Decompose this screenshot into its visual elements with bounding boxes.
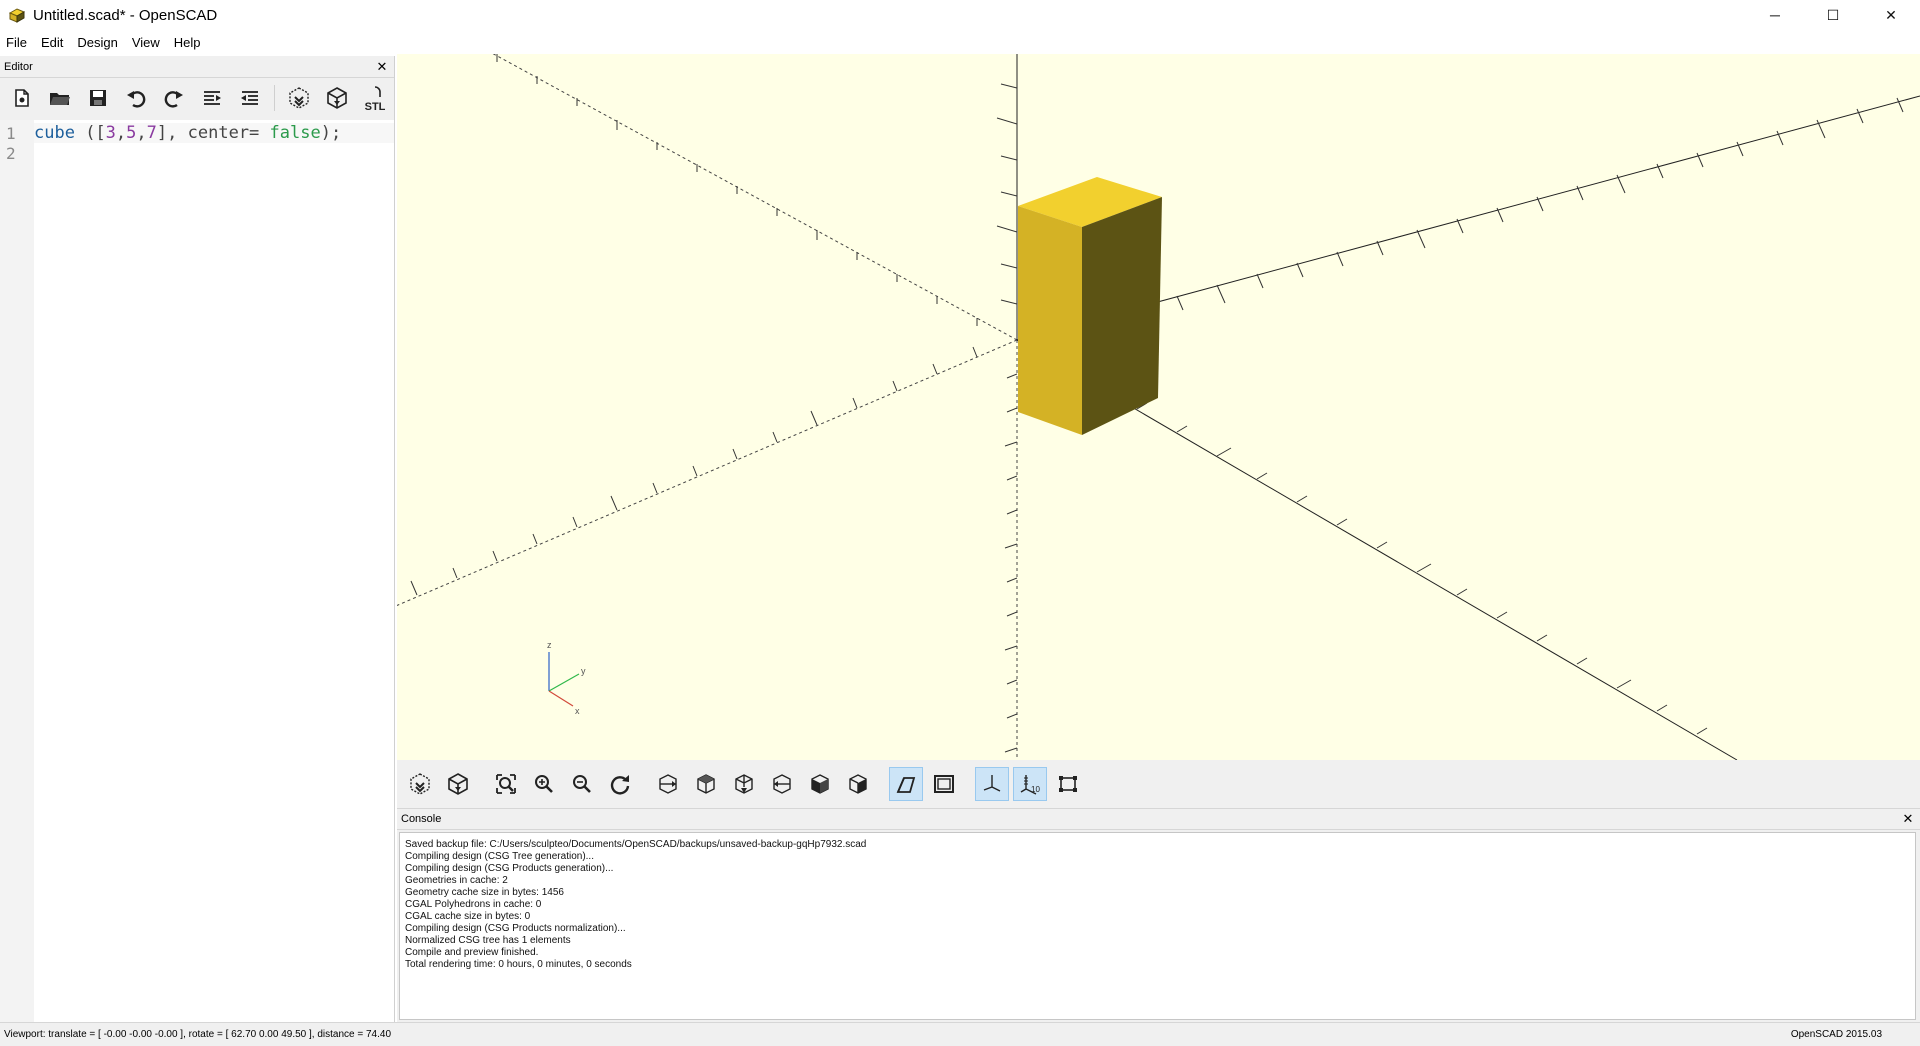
openscad-logo-icon bbox=[7, 5, 27, 25]
console-line: Compiling design (CSG Products generatio… bbox=[405, 863, 614, 874]
show-edges-icon[interactable] bbox=[1051, 767, 1085, 801]
console-line: Geometry cache size in bytes: 1456 bbox=[405, 887, 564, 898]
cube-left-face bbox=[1018, 206, 1082, 435]
window-title: Untitled.scad* - OpenSCAD bbox=[33, 6, 218, 24]
show-scale-markers-icon[interactable]: 10 bbox=[1013, 767, 1047, 801]
openscad-window: Untitled.scad* - OpenSCAD ─ ☐ ✕ File Edi… bbox=[0, 0, 1920, 1046]
console-line: Total rendering time: 0 hours, 0 minutes… bbox=[405, 959, 632, 970]
render-icon[interactable] bbox=[321, 82, 353, 114]
view-bottom-icon[interactable] bbox=[727, 767, 761, 801]
code-argument: center= bbox=[187, 123, 270, 143]
reset-view-icon[interactable] bbox=[603, 767, 637, 801]
code-line[interactable]: cube ([3,5,7], center= false); bbox=[34, 123, 394, 143]
zoom-in-icon[interactable] bbox=[527, 767, 561, 801]
editor-header: Editor ✕ bbox=[0, 56, 394, 78]
view-left-icon[interactable] bbox=[765, 767, 799, 801]
view-right-icon[interactable] bbox=[651, 767, 685, 801]
undo-icon[interactable] bbox=[120, 82, 152, 114]
code-punct: ); bbox=[320, 123, 342, 143]
code-keyword: cube bbox=[34, 123, 75, 143]
maximize-button[interactable]: ☐ bbox=[1804, 0, 1862, 30]
line-number: 1 bbox=[6, 124, 16, 143]
orthogonal-icon[interactable] bbox=[927, 767, 961, 801]
stl-label: STL bbox=[365, 101, 386, 113]
scale-markers bbox=[410, 54, 1904, 753]
new-file-icon[interactable] bbox=[6, 82, 38, 114]
preview-icon[interactable] bbox=[403, 767, 437, 801]
axis-orientation-gizmo: z y x bbox=[547, 640, 586, 716]
code-number: 3 bbox=[105, 123, 116, 143]
unindent-icon[interactable] bbox=[196, 82, 228, 114]
console-line: Saved backup file: C:/Users/sculpteo/Doc… bbox=[405, 839, 867, 850]
indent-icon[interactable] bbox=[234, 82, 266, 114]
svg-text:10: 10 bbox=[1031, 785, 1040, 794]
window-controls: ─ ☐ ✕ bbox=[1746, 0, 1920, 30]
console-line: Compiling design (CSG Tree generation)..… bbox=[405, 851, 594, 862]
axis-negative-y bbox=[492, 54, 1018, 341]
view-top-icon[interactable] bbox=[689, 767, 723, 801]
status-bar: Viewport: translate = [ -0.00 -0.00 -0.0… bbox=[0, 1022, 1920, 1046]
3d-viewport[interactable]: z y x bbox=[397, 54, 1920, 760]
console-title: Console bbox=[401, 813, 442, 825]
code-text[interactable]: cube ([3,5,7], center= false); bbox=[34, 120, 394, 1022]
console-line: CGAL Polyhedrons in cache: 0 bbox=[405, 899, 542, 910]
editor-toolbar: STL bbox=[0, 78, 394, 118]
menu-view[interactable]: View bbox=[125, 32, 167, 54]
code-editor[interactable]: 1 2 cube ([3,5,7], center= false); bbox=[0, 120, 394, 1022]
menu-design[interactable]: Design bbox=[70, 32, 124, 54]
menu-help[interactable]: Help bbox=[167, 32, 208, 54]
menu-edit[interactable]: Edit bbox=[34, 32, 70, 54]
console-line: CGAL cache size in bytes: 0 bbox=[405, 911, 531, 922]
code-punct: , bbox=[136, 123, 147, 143]
code-punct: , bbox=[115, 123, 127, 143]
view-toolbar: 10 bbox=[397, 760, 1920, 808]
code-punct: ], bbox=[156, 123, 188, 143]
menu-bar: File Edit Design View Help bbox=[0, 32, 208, 54]
console-close-button[interactable]: ✕ bbox=[1900, 811, 1916, 827]
gizmo-x-label: x bbox=[575, 706, 580, 716]
preview-icon[interactable] bbox=[283, 82, 315, 114]
code-boolean: false bbox=[269, 123, 321, 143]
view-front-icon[interactable] bbox=[803, 767, 837, 801]
menu-file[interactable]: File bbox=[0, 32, 34, 54]
editor-panel: Editor ✕ STL 1 2 cube ([3,5,7], center= … bbox=[0, 56, 395, 1022]
export-stl-icon[interactable]: STL bbox=[359, 82, 391, 114]
editor-close-button[interactable]: ✕ bbox=[374, 59, 390, 75]
view-all-icon[interactable] bbox=[489, 767, 523, 801]
zoom-out-icon[interactable] bbox=[565, 767, 599, 801]
console-line: Compile and preview finished. bbox=[405, 947, 539, 958]
save-icon[interactable] bbox=[82, 82, 114, 114]
view-back-icon[interactable] bbox=[841, 767, 875, 801]
viewport-scene: z y x bbox=[397, 54, 1920, 760]
render-icon[interactable] bbox=[441, 767, 475, 801]
perspective-icon[interactable] bbox=[889, 767, 923, 801]
console-output[interactable]: Saved backup file: C:/Users/sculpteo/Doc… bbox=[399, 832, 1916, 1020]
code-punct: ([ bbox=[74, 123, 106, 143]
line-number: 2 bbox=[6, 144, 16, 163]
title-bar: Untitled.scad* - OpenSCAD ─ ☐ ✕ bbox=[0, 0, 1920, 30]
open-file-icon[interactable] bbox=[44, 82, 76, 114]
axis-negative-x bbox=[397, 339, 1018, 606]
minimize-button[interactable]: ─ bbox=[1746, 0, 1804, 30]
viewport-status: Viewport: translate = [ -0.00 -0.00 -0.0… bbox=[4, 1029, 392, 1040]
code-line[interactable] bbox=[34, 143, 394, 163]
console-line: Geometries in cache: 2 bbox=[405, 875, 508, 886]
version-label: OpenSCAD 2015.03 bbox=[1790, 1029, 1882, 1040]
console-line: Normalized CSG tree has 1 elements bbox=[405, 935, 571, 946]
gizmo-y-label: y bbox=[581, 666, 586, 676]
console-line: Compiling design (CSG Products normaliza… bbox=[405, 923, 626, 934]
code-number: 7 bbox=[146, 123, 157, 143]
gizmo-z-label: z bbox=[547, 640, 552, 650]
console-header: Console ✕ bbox=[397, 808, 1920, 830]
show-axes-icon[interactable] bbox=[975, 767, 1009, 801]
editor-title: Editor bbox=[4, 60, 33, 73]
line-number-gutter: 1 2 bbox=[0, 120, 34, 1022]
code-number: 5 bbox=[126, 123, 137, 143]
console-panel: Console ✕ Saved backup file: C:/Users/sc… bbox=[397, 808, 1920, 1022]
toolbar-separator bbox=[274, 85, 275, 111]
cube-right-face bbox=[1082, 197, 1162, 435]
close-window-button[interactable]: ✕ bbox=[1862, 0, 1920, 30]
redo-icon[interactable] bbox=[158, 82, 190, 114]
